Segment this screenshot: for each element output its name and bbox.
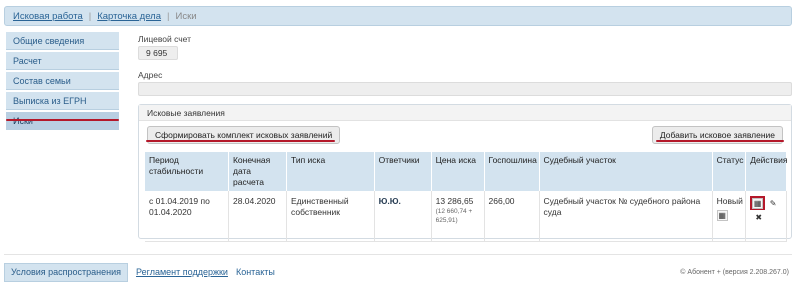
breadcrumb-link-claims-work[interactable]: Исковая работа — [13, 11, 83, 22]
cell-period: с 01.04.2019 по 01.04.2020 — [145, 191, 229, 241]
sidebar-item-egrn[interactable]: Выписка из ЕГРН — [6, 92, 119, 110]
address-label: Адрес — [138, 70, 163, 80]
account-label: Лицевой счет — [138, 34, 192, 44]
add-button-underline — [656, 140, 784, 142]
calculator-icon[interactable]: ▦ — [752, 197, 764, 209]
cell-actions: ▦ ✎ ✖ — [745, 191, 787, 241]
table-header-row: Период стабильности Конечная дата расчет… — [145, 152, 787, 191]
breadcrumb-separator: | — [167, 10, 170, 22]
status-text: Новый — [716, 196, 743, 206]
table-row: с 01.04.2019 по 01.04.2020 28.04.2020 Ед… — [145, 191, 787, 241]
claims-panel: Исковые заявления Сформировать комплект … — [138, 104, 792, 242]
breadcrumb: Исковая работа | Карточка дела | Иски — [4, 6, 792, 26]
sidebar-item-family[interactable]: Состав семьи — [6, 72, 119, 90]
cell-defendants: Ю.Ю. — [374, 191, 432, 241]
cell-fee: 266,00 — [484, 191, 540, 241]
cell-status: Новый ▦ — [712, 191, 747, 241]
column-header-defendants: Ответчики — [374, 152, 432, 191]
column-header-actions: Действия — [745, 152, 787, 191]
claims-table: Период стабильности Конечная дата расчет… — [145, 152, 787, 242]
delete-icon[interactable]: ✖ — [753, 212, 764, 223]
cell-price: 13 286,65 (12 660,74 + 625,91) — [431, 191, 485, 241]
price-value: 13 286,65 — [435, 196, 474, 206]
action-highlight: ▦ — [750, 196, 766, 210]
footer-contacts-link[interactable]: Контакты — [236, 267, 275, 277]
cell-court: Судебный участок № судебного района суда — [539, 191, 713, 241]
defendant-name: Ю.Ю. — [378, 196, 401, 206]
sidebar-item-general[interactable]: Общие сведения — [6, 32, 119, 50]
address-field — [138, 82, 792, 96]
footer-terms-link[interactable]: Условия распространения — [4, 262, 129, 282]
active-tab-highlight — [6, 119, 119, 121]
price-detail: (12 660,74 + 625,91) — [435, 208, 473, 224]
footer: Условия распространения Регламент поддер… — [4, 262, 792, 282]
calculator-icon[interactable]: ▦ — [716, 210, 728, 222]
generate-button-underline — [146, 140, 335, 142]
column-header-fee: Госпошлина — [484, 152, 540, 191]
column-header-period: Период стабильности — [145, 152, 229, 191]
sidebar: Общие сведения Расчет Состав семьи Выпис… — [6, 32, 119, 132]
breadcrumb-current: Иски — [175, 10, 197, 22]
cell-end-date: 28.04.2020 — [228, 191, 288, 241]
copyright-text: © Абонент + (версия 2.208.267.0) — [680, 268, 789, 276]
column-header-status: Статус — [712, 152, 747, 191]
column-header-type: Тип иска — [286, 152, 375, 191]
footer-divider — [4, 254, 792, 255]
column-header-end-date: Конечная дата расчета — [228, 152, 288, 191]
column-header-court: Судебный участок — [539, 152, 713, 191]
breadcrumb-link-case-card[interactable]: Карточка дела — [97, 11, 161, 22]
account-field: 9 695 — [138, 46, 178, 60]
cell-type: Единственный собственник — [286, 191, 375, 241]
footer-support-link[interactable]: Регламент поддержки — [136, 267, 228, 277]
edit-icon[interactable]: ✎ — [768, 198, 779, 209]
column-header-price: Цена иска — [431, 152, 485, 191]
sidebar-item-calculation[interactable]: Расчет — [6, 52, 119, 70]
sidebar-item-claims[interactable]: Иски — [6, 112, 119, 130]
breadcrumb-separator: | — [88, 10, 92, 22]
claims-panel-title: Исковые заявления — [139, 105, 791, 121]
